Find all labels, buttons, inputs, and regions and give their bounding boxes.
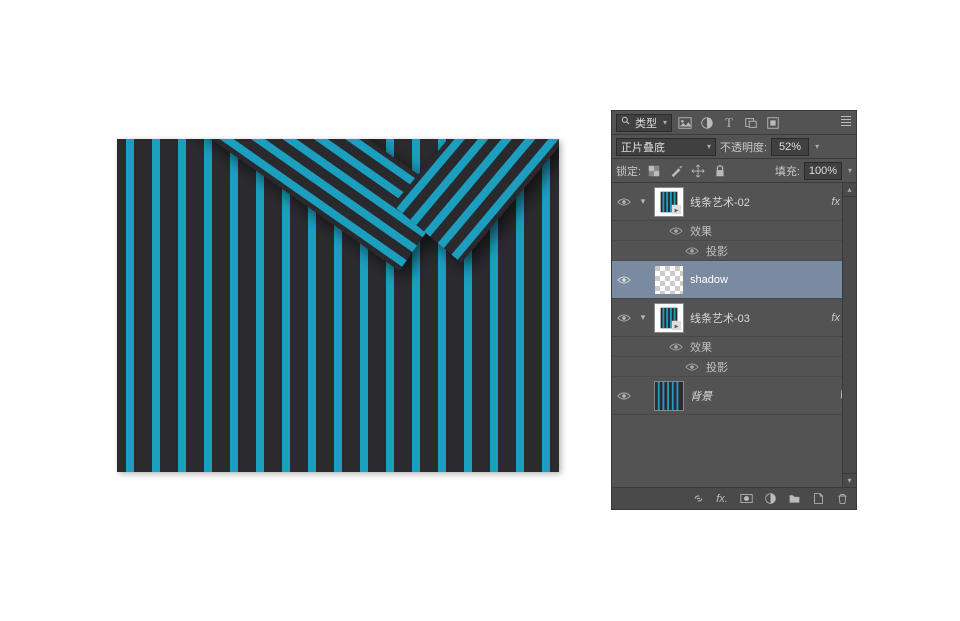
search-icon xyxy=(621,116,631,129)
panel-menu-icon[interactable] xyxy=(839,114,853,128)
document-canvas[interactable] xyxy=(117,139,559,472)
drop-shadow-row[interactable]: 投影 xyxy=(612,357,856,377)
scrollbar[interactable]: ▴ ▾ xyxy=(842,183,856,487)
layer-thumbnail[interactable] xyxy=(654,381,684,411)
expand-toggle[interactable]: ▾ xyxy=(638,312,648,323)
visibility-toggle[interactable] xyxy=(616,388,632,404)
visibility-toggle[interactable] xyxy=(684,359,700,375)
layer-name: 线条艺术-03 xyxy=(690,310,825,326)
panel-footer: fx. xyxy=(612,487,856,509)
effects-row[interactable]: 效果 xyxy=(612,337,856,357)
svg-text:▸: ▸ xyxy=(675,205,679,214)
layer-fx-icon[interactable]: fx. xyxy=(714,491,730,507)
visibility-toggle[interactable] xyxy=(668,223,684,239)
link-layers-icon[interactable] xyxy=(690,491,706,507)
new-layer-icon[interactable] xyxy=(810,491,826,507)
effects-label: 效果 xyxy=(690,223,712,239)
fill-value: 100% xyxy=(809,165,837,177)
filter-adjustment-icon[interactable] xyxy=(698,114,716,132)
layer-thumbnail[interactable] xyxy=(654,265,684,295)
chevron-down-icon[interactable]: ▾ xyxy=(815,142,819,151)
filter-type-label: 类型 xyxy=(635,115,657,131)
filter-shape-icon[interactable] xyxy=(742,114,760,132)
lock-pixels-icon[interactable] xyxy=(667,162,685,180)
blend-mode-select[interactable]: 正片叠底 ▾ xyxy=(616,138,716,156)
visibility-toggle[interactable] xyxy=(616,310,632,326)
lock-label: 锁定: xyxy=(616,163,641,179)
layer-name: shadow xyxy=(690,274,852,286)
layers-panel: 类型 ▾ T 正片叠底 ▾ 不透明度: 52% ▾ 锁定: 填充: 100% ▾ xyxy=(611,110,857,510)
visibility-toggle[interactable] xyxy=(616,272,632,288)
fx-indicator[interactable]: fx xyxy=(831,312,840,324)
filter-smart-icon[interactable] xyxy=(764,114,782,132)
opacity-input[interactable]: 52% xyxy=(771,138,809,156)
fx-indicator[interactable]: fx xyxy=(831,196,840,208)
scroll-up-icon[interactable]: ▴ xyxy=(843,183,856,197)
layer-thumbnail[interactable]: ▸ xyxy=(654,303,684,333)
lock-transparency-icon[interactable] xyxy=(645,162,663,180)
blend-mode-value: 正片叠底 xyxy=(621,139,665,155)
layer-row[interactable]: 背景 xyxy=(612,377,856,415)
expand-toggle[interactable]: ▾ xyxy=(638,196,648,207)
adjustment-layer-icon[interactable] xyxy=(762,491,778,507)
layer-name: 线条艺术-02 xyxy=(690,194,825,210)
layer-filter-select[interactable]: 类型 ▾ xyxy=(616,114,672,132)
svg-text:▸: ▸ xyxy=(675,321,679,330)
lock-all-icon[interactable] xyxy=(711,162,729,180)
drop-shadow-label: 投影 xyxy=(706,359,728,375)
drop-shadow-row[interactable]: 投影 xyxy=(612,241,856,261)
filter-text-icon[interactable]: T xyxy=(720,114,738,132)
chevron-down-icon: ▾ xyxy=(707,142,711,151)
drop-shadow-label: 投影 xyxy=(706,243,728,259)
add-mask-icon[interactable] xyxy=(738,491,754,507)
opacity-value: 52% xyxy=(779,141,801,153)
fill-label: 填充: xyxy=(775,163,800,179)
chevron-down-icon: ▾ xyxy=(663,118,667,127)
fx-footer-label: fx. xyxy=(716,493,728,505)
layer-row[interactable]: ▾ ▸ 线条艺术-03 fx ▾ xyxy=(612,299,856,337)
effects-label: 效果 xyxy=(690,339,712,355)
filter-image-icon[interactable] xyxy=(676,114,694,132)
layer-thumbnail[interactable]: ▸ xyxy=(654,187,684,217)
visibility-toggle[interactable] xyxy=(684,243,700,259)
new-group-icon[interactable] xyxy=(786,491,802,507)
visibility-toggle[interactable] xyxy=(668,339,684,355)
visibility-toggle[interactable] xyxy=(616,194,632,210)
fill-input[interactable]: 100% xyxy=(804,162,842,180)
layers-list: ▾ ▸ 线条艺术-02 fx ▾ 效果 投影 shadow ▾ xyxy=(612,183,856,487)
opacity-label: 不透明度: xyxy=(720,139,767,155)
scroll-down-icon[interactable]: ▾ xyxy=(843,473,856,487)
layer-row[interactable]: shadow xyxy=(612,261,856,299)
lock-position-icon[interactable] xyxy=(689,162,707,180)
layer-name: 背景 xyxy=(690,388,832,404)
effects-row[interactable]: 效果 xyxy=(612,221,856,241)
chevron-down-icon[interactable]: ▾ xyxy=(848,166,852,175)
delete-layer-icon[interactable] xyxy=(834,491,850,507)
layer-row[interactable]: ▾ ▸ 线条艺术-02 fx ▾ xyxy=(612,183,856,221)
